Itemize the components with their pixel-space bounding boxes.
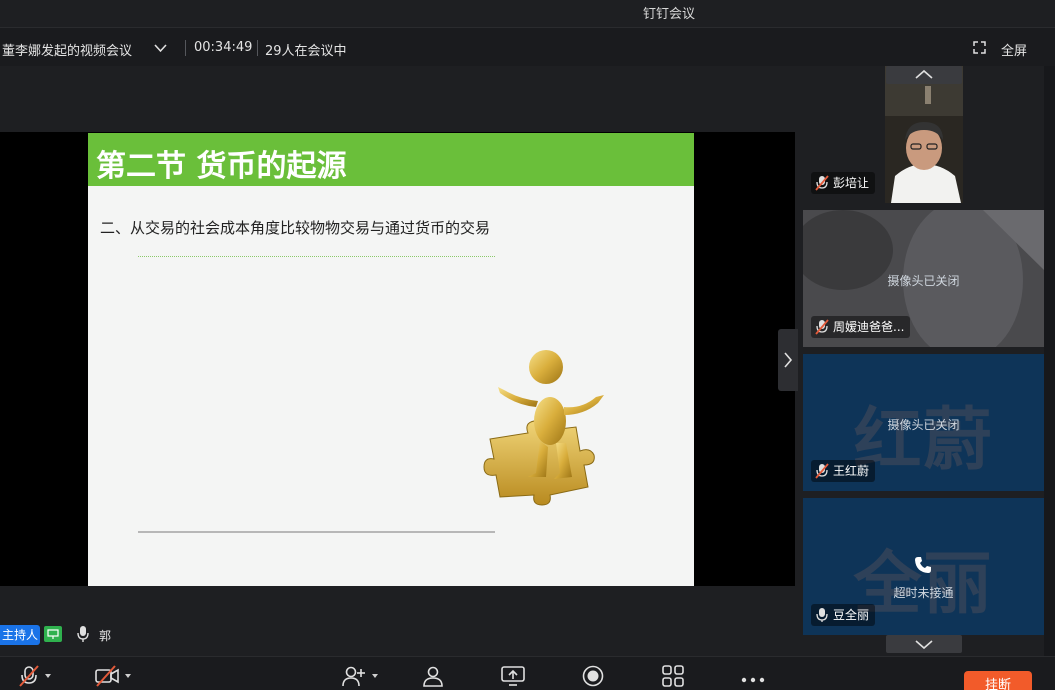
- participant-name: 彭培让: [811, 172, 876, 194]
- fullscreen-icon[interactable]: [973, 41, 986, 58]
- panel-scrollbar[interactable]: [1044, 66, 1055, 656]
- app-title: 钉钉会议: [642, 7, 695, 22]
- shared-screen: 第二节 货币的起源 二、从交易的社会成本角度比较物物交易与通过货币的交易: [0, 66, 798, 656]
- meeting-title[interactable]: 董李娜发起的视频会议: [2, 40, 132, 59]
- slide-title: 第二节 货币的起源: [96, 149, 347, 184]
- participants-icon[interactable]: [420, 665, 446, 687]
- meeting-duration: 00:34:49: [194, 40, 253, 55]
- stage-bottom-area: [0, 586, 795, 656]
- participant-tile[interactable]: 红蔚 摄像头已关闭 王红蔚: [803, 354, 1044, 491]
- camera-off-icon[interactable]: [94, 665, 120, 687]
- participant-name: 王红蔚: [811, 460, 876, 482]
- participant-name: 豆全丽: [811, 604, 876, 626]
- scroll-down-button[interactable]: [886, 635, 962, 653]
- participant-panel: 彭培让 摄像头已关闭 周嫒迪爸爸... 红蔚 摄像头已关闭 王红蔚 全丽 超时未…: [803, 66, 1044, 656]
- invite-members-icon[interactable]: [340, 665, 366, 687]
- window-titlebar: 钉钉会议: [0, 0, 1055, 28]
- participant-tile[interactable]: 彭培让: [803, 66, 1044, 203]
- mic-options-caret[interactable]: [45, 674, 51, 678]
- slide-header: 第二节 货币的起源: [88, 133, 694, 186]
- chevron-down-icon[interactable]: [154, 42, 167, 57]
- fullscreen-button[interactable]: 全屏: [1001, 40, 1027, 59]
- divider: [185, 40, 186, 56]
- microphone-icon: [76, 625, 90, 643]
- scroll-up-button[interactable]: [886, 66, 962, 84]
- solid-divider: [138, 531, 495, 533]
- stage-top-area: [0, 66, 795, 132]
- more-options-icon[interactable]: [740, 665, 766, 687]
- next-page-button[interactable]: [778, 329, 798, 391]
- puzzle-figure-illustration: [483, 350, 604, 506]
- mic-muted-icon: [815, 463, 829, 479]
- screen-share-icon: [44, 626, 62, 642]
- slide-subtitle: 二、从交易的社会成本角度比较物物交易与通过货币的交易: [100, 219, 491, 237]
- call-timeout-status: 超时未接通: [893, 586, 954, 600]
- invite-options-caret[interactable]: [372, 674, 378, 678]
- mic-muted-icon: [815, 175, 829, 191]
- participant-video: [885, 66, 963, 203]
- camera-off-status: 摄像头已关闭: [887, 274, 960, 288]
- layout-grid-icon[interactable]: [660, 665, 686, 687]
- participant-tile[interactable]: 全丽 超时未接通 豆全丽: [803, 498, 1044, 635]
- record-icon[interactable]: [580, 665, 606, 687]
- participant-count[interactable]: 29人在会议中: [265, 40, 347, 59]
- participant-tile[interactable]: 摄像头已关闭 周嫒迪爸爸...: [803, 210, 1044, 347]
- microphone-icon: [816, 608, 828, 622]
- dotted-divider: [138, 256, 495, 257]
- divider: [257, 40, 258, 56]
- presentation-slide: 第二节 货币的起源 二、从交易的社会成本角度比较物物交易与通过货币的交易: [88, 133, 694, 586]
- phone-icon: [914, 556, 932, 578]
- mute-microphone-icon[interactable]: [16, 665, 42, 687]
- hangup-button[interactable]: 挂断: [964, 671, 1032, 690]
- speaker-name: 郭: [99, 629, 112, 643]
- share-screen-icon[interactable]: [500, 665, 526, 687]
- camera-off-status: 摄像头已关闭: [887, 418, 960, 432]
- camera-options-caret[interactable]: [125, 674, 131, 678]
- mic-muted-icon: [815, 319, 829, 335]
- meeting-toolbar: [0, 656, 1055, 690]
- meeting-info-bar: 董李娜发起的视频会议 00:34:49 29人在会议中 全屏: [0, 28, 1055, 66]
- participant-name: 周嫒迪爸爸...: [811, 316, 911, 338]
- host-badge: 主持人: [0, 625, 40, 645]
